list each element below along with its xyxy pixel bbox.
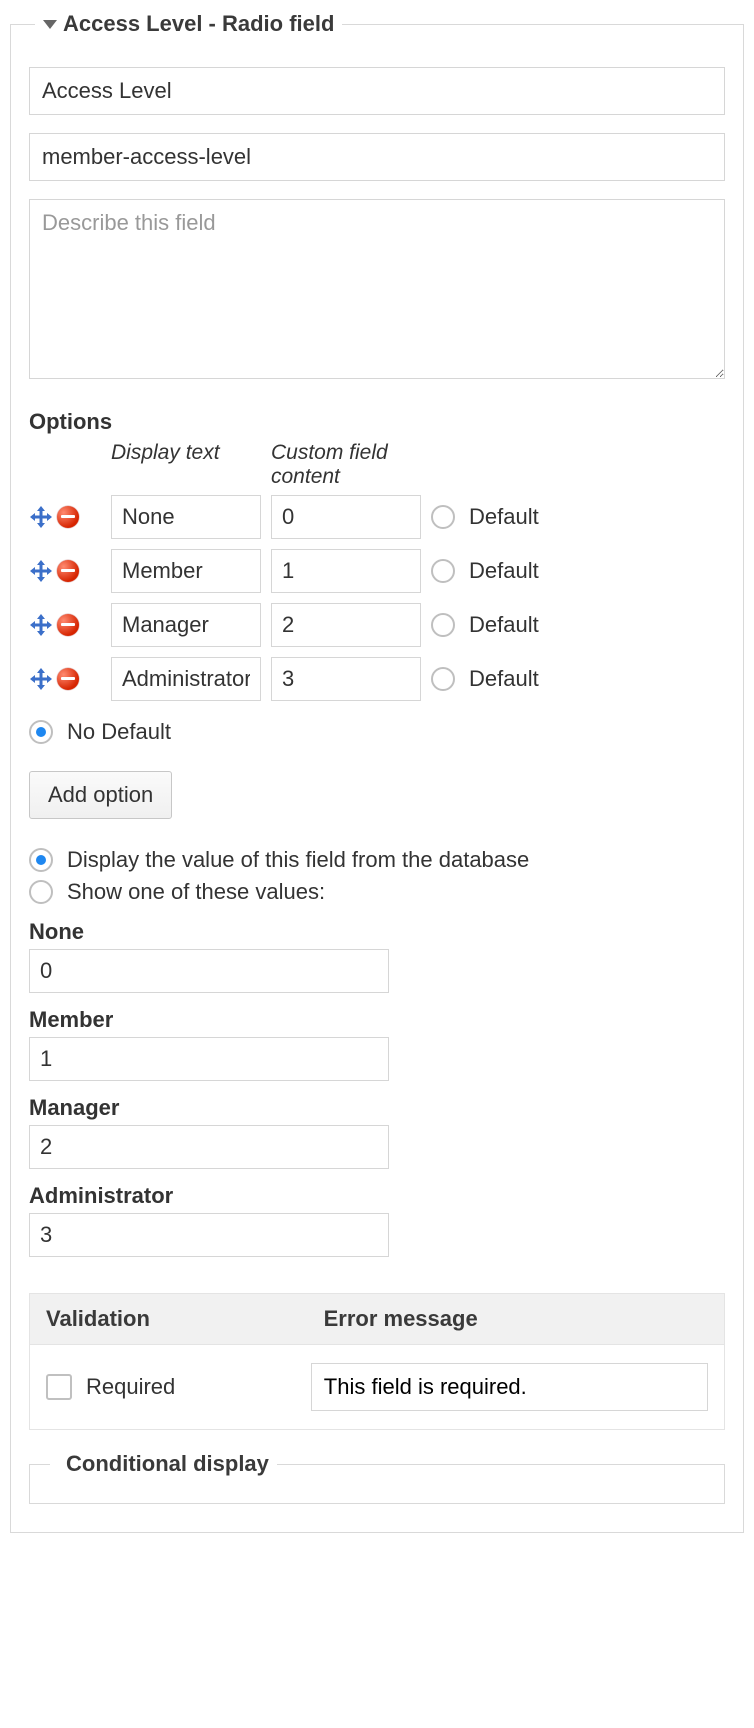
value-input[interactable] [29,1213,389,1257]
options-heading: Options [29,409,725,435]
move-icon[interactable] [29,559,53,583]
field-slug-input[interactable] [29,133,725,181]
option-default-radio[interactable] [431,613,455,637]
value-label: Manager [29,1095,725,1121]
add-option-button[interactable]: Add option [29,771,172,819]
show-one-label: Show one of these values: [67,879,325,905]
move-icon[interactable] [29,613,53,637]
options-col-content: Custom field content [271,441,421,489]
validation-table: Validation Error message Required [29,1293,725,1430]
option-content-input[interactable] [271,495,421,539]
move-icon[interactable] [29,667,53,691]
option-content-input[interactable] [271,549,421,593]
option-default-label: Default [469,504,725,530]
option-default-radio[interactable] [431,505,455,529]
value-input[interactable] [29,949,389,993]
show-one-radio[interactable] [29,880,53,904]
conditional-display-legend[interactable]: Conditional display [50,1451,277,1477]
value-label: Administrator [29,1183,725,1209]
options-column-headers: Display text Custom field content [29,441,725,489]
no-default-label: No Default [67,719,171,745]
options-col-display: Display text [111,441,261,489]
remove-icon[interactable] [57,668,79,690]
option-display-input[interactable] [111,603,261,647]
error-message-input[interactable] [311,1363,708,1411]
option-display-input[interactable] [111,495,261,539]
value-input[interactable] [29,1125,389,1169]
option-row: Default [29,657,725,701]
field-title-input[interactable] [29,67,725,115]
option-row: Default [29,495,725,539]
value-input[interactable] [29,1037,389,1081]
option-default-label: Default [469,612,725,638]
no-default-radio[interactable] [29,720,53,744]
option-row: Default [29,603,725,647]
display-db-radio[interactable] [29,848,53,872]
value-label: Member [29,1007,725,1033]
required-checkbox[interactable] [46,1374,72,1400]
collapse-toggle-icon[interactable] [43,20,57,29]
required-label: Required [86,1374,175,1400]
option-default-radio[interactable] [431,667,455,691]
error-col-header: Error message [308,1294,724,1344]
fieldset-legend[interactable]: Access Level - Radio field [35,11,342,37]
remove-icon[interactable] [57,614,79,636]
display-db-label: Display the value of this field from the… [67,847,529,873]
field-description-textarea[interactable] [29,199,725,379]
remove-icon[interactable] [57,506,79,528]
field-editor-fieldset: Access Level - Radio field Options Displ… [10,24,744,1533]
value-label: None [29,919,725,945]
conditional-display-fieldset: Conditional display [29,1464,725,1504]
option-content-input[interactable] [271,657,421,701]
move-icon[interactable] [29,505,53,529]
conditional-legend-text: Conditional display [66,1451,269,1477]
validation-col-header: Validation [30,1294,308,1344]
option-content-input[interactable] [271,603,421,647]
option-display-input[interactable] [111,657,261,701]
option-default-label: Default [469,558,725,584]
option-default-radio[interactable] [431,559,455,583]
remove-icon[interactable] [57,560,79,582]
option-default-label: Default [469,666,725,692]
option-row: Default [29,549,725,593]
option-display-input[interactable] [111,549,261,593]
fieldset-legend-text: Access Level - Radio field [63,11,334,37]
